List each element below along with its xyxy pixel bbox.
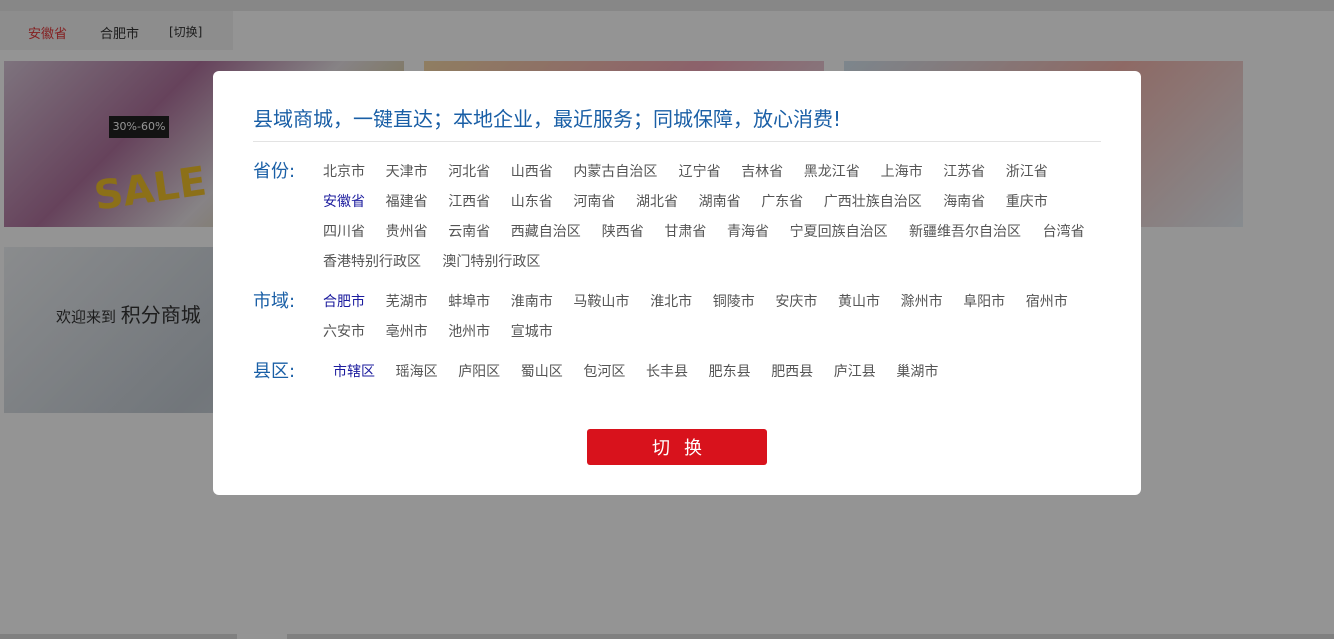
city-option[interactable]: 阜阳市	[963, 291, 1005, 311]
county-label: 县区:	[253, 361, 296, 382]
county-option[interactable]: 长丰县	[646, 361, 688, 381]
province-option[interactable]: 西藏自治区	[511, 221, 581, 241]
county-option[interactable]: 市辖区	[333, 361, 375, 381]
province-option[interactable]: 河北省	[448, 161, 490, 181]
city-option[interactable]: 宣城市	[511, 321, 553, 341]
modal-title: 县域商城，一键直达；本地企业，最近服务；同城保障，放心消费!	[253, 107, 842, 131]
province-option[interactable]: 新疆维吾尔自治区	[909, 221, 1021, 241]
province-option[interactable]: 重庆市	[1006, 191, 1048, 211]
province-option[interactable]: 香港特别行政区	[323, 251, 421, 271]
province-option[interactable]: 山西省	[511, 161, 553, 181]
city-option[interactable]: 合肥市	[323, 291, 365, 311]
province-option[interactable]: 吉林省	[741, 161, 783, 181]
province-option[interactable]: 澳门特别行政区	[442, 251, 540, 271]
province-option[interactable]: 广东省	[761, 191, 803, 211]
province-option[interactable]: 海南省	[943, 191, 985, 211]
city-label: 市域:	[253, 291, 296, 312]
province-option[interactable]: 台湾省	[1043, 221, 1085, 241]
city-option[interactable]: 宿州市	[1026, 291, 1068, 311]
province-option[interactable]: 甘肃省	[664, 221, 706, 241]
province-option[interactable]: 湖北省	[636, 191, 678, 211]
province-option[interactable]: 广西壮族自治区	[824, 191, 922, 211]
province-option[interactable]: 四川省	[323, 221, 365, 241]
city-option[interactable]: 亳州市	[386, 321, 428, 341]
city-option[interactable]: 池州市	[448, 321, 490, 341]
county-option[interactable]: 蜀山区	[521, 361, 563, 381]
province-option[interactable]: 内蒙古自治区	[573, 161, 657, 181]
county-option[interactable]: 瑶海区	[396, 361, 438, 381]
city-option[interactable]: 铜陵市	[713, 291, 755, 311]
province-option[interactable]: 上海市	[881, 161, 923, 181]
province-option[interactable]: 青海省	[727, 221, 769, 241]
city-option[interactable]: 黄山市	[838, 291, 880, 311]
province-option[interactable]: 安徽省	[323, 191, 365, 211]
province-option[interactable]: 贵州省	[386, 221, 428, 241]
province-option[interactable]: 宁夏回族自治区	[790, 221, 888, 241]
province-option[interactable]: 福建省	[386, 191, 428, 211]
county-option[interactable]: 肥西县	[771, 361, 813, 381]
province-option[interactable]: 黑龙江省	[804, 161, 860, 181]
county-option[interactable]: 庐江县	[834, 361, 876, 381]
province-option[interactable]: 河南省	[573, 191, 615, 211]
county-option[interactable]: 巢湖市	[896, 361, 938, 381]
county-option[interactable]: 肥东县	[709, 361, 751, 381]
city-option[interactable]: 安庆市	[775, 291, 817, 311]
province-option[interactable]: 山东省	[511, 191, 553, 211]
switch-button[interactable]: 切换	[587, 429, 767, 465]
modal-divider	[253, 141, 1101, 142]
province-option[interactable]: 天津市	[386, 161, 428, 181]
county-option[interactable]: 包河区	[583, 361, 625, 381]
province-label: 省份:	[253, 161, 296, 182]
city-option[interactable]: 马鞍山市	[573, 291, 629, 311]
city-option[interactable]: 滁州市	[901, 291, 943, 311]
province-option[interactable]: 云南省	[448, 221, 490, 241]
province-option[interactable]: 北京市	[323, 161, 365, 181]
region-switch-modal: 县域商城，一键直达；本地企业，最近服务；同城保障，放心消费! 省份: 北京市 天津…	[213, 71, 1141, 495]
province-option[interactable]: 湖南省	[699, 191, 741, 211]
province-option[interactable]: 陕西省	[602, 221, 644, 241]
province-option[interactable]: 江苏省	[943, 161, 985, 181]
county-option[interactable]: 庐阳区	[458, 361, 500, 381]
province-option[interactable]: 江西省	[448, 191, 490, 211]
city-option[interactable]: 蚌埠市	[448, 291, 490, 311]
city-option[interactable]: 淮北市	[650, 291, 692, 311]
city-option[interactable]: 淮南市	[511, 291, 553, 311]
province-option[interactable]: 浙江省	[1006, 161, 1048, 181]
city-option[interactable]: 六安市	[323, 321, 365, 341]
province-option[interactable]: 辽宁省	[679, 161, 721, 181]
city-option[interactable]: 芜湖市	[386, 291, 428, 311]
